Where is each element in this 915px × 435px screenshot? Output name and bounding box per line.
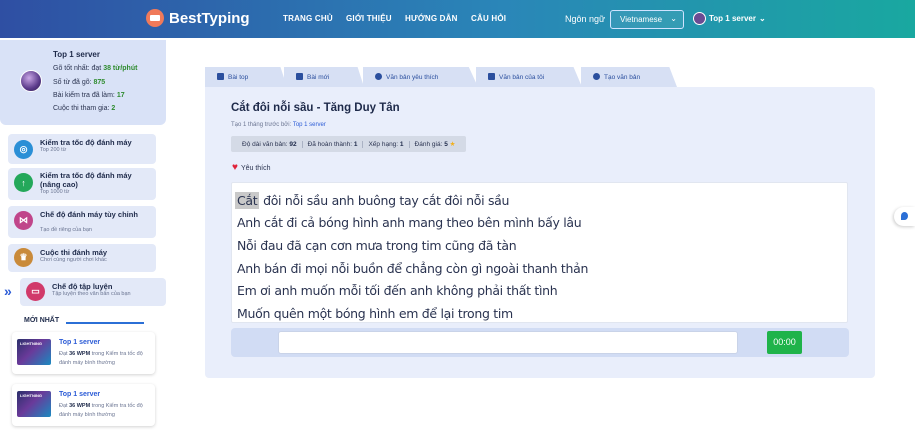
created-info: Tạo 1 tháng trước bởi: Top 1 server <box>231 122 326 128</box>
tab-create-text[interactable]: Tạo văn bản <box>581 67 677 87</box>
game-thumbnail: LIGHTNING <box>17 339 51 365</box>
menu-item-title: Chế độ đánh máy tùy chỉnh <box>40 210 138 219</box>
arrow-up-icon: ↑ <box>14 173 33 192</box>
brand-name: BestTyping <box>169 9 250 27</box>
stat-completed: Đã hoàn thành: 1 <box>303 140 364 148</box>
typing-input[interactable] <box>278 331 738 354</box>
profile-card: Top 1 server Gõ tốt nhất: đạt 38 từ/phút… <box>0 40 166 125</box>
book-icon <box>296 73 303 80</box>
typing-text: Cắt đôi nỗi sầu anh buông tay cắt đôi nỗ… <box>231 182 848 323</box>
menu-item-subtitle: Tập luyện theo văn bản của bạn <box>52 291 131 297</box>
text-line: Muốn quên một bóng hình em để lại trong … <box>237 306 513 321</box>
language-value: Vietnamese <box>620 15 663 24</box>
menu-item-subtitle: Top 200 từ <box>40 147 67 153</box>
menu-custom-mode[interactable]: ⋈ Chế độ đánh máy tùy chỉnh Tạo đề riêng… <box>8 206 156 238</box>
menu-contest[interactable]: ♛ Cuộc thi đánh máy Chơi cùng người chơi… <box>8 244 156 272</box>
list-icon <box>217 73 224 80</box>
text-line: Anh cắt đi cả bóng hình anh mang theo bê… <box>237 215 582 230</box>
profile-contests: Cuộc thi tham gia: 2 <box>53 105 116 112</box>
latest-underline <box>66 322 144 324</box>
latest-card[interactable]: LIGHTNING Top 1 server Đạt 36 WPM trong … <box>12 332 155 374</box>
typing-bar: 00:00 <box>231 328 849 357</box>
nav-guide[interactable]: HƯỚNG DẪN <box>405 14 458 23</box>
star-icon: ★ <box>449 141 456 148</box>
latest-description: Đạt 36 WPM trong Kiểm tra tốc độ đánh má… <box>59 403 143 418</box>
nav-about[interactable]: GIỚI THIỆU <box>346 14 392 23</box>
page-title: Cắt đôi nỗi sầu - Tăng Duy Tân <box>231 102 400 114</box>
heart-icon <box>375 73 382 80</box>
menu-advanced-test[interactable]: ↑ Kiểm tra tốc độ đánh máy (nâng cao) To… <box>8 168 156 200</box>
text-line: Anh bán đi mọi nỗi buồn để chẳng còn gì … <box>237 261 589 276</box>
trophy-icon: ♛ <box>14 248 33 267</box>
keyboard-logo-icon <box>146 9 164 27</box>
profile-best-speed: Gõ tốt nhất: đạt 38 từ/phút <box>53 65 138 72</box>
game-thumbnail: LIGHTNING <box>17 391 51 417</box>
edit-icon <box>488 73 495 80</box>
latest-card[interactable]: LIGHTNING Top 1 server Đạt 36 WPM trong … <box>12 384 155 426</box>
floating-helper-button[interactable] <box>894 207 915 226</box>
user-avatar <box>693 12 706 25</box>
share-icon: ⋈ <box>14 211 33 230</box>
text-line: Cắt đôi nỗi sầu anh buông tay cắt đôi nỗ… <box>235 192 510 209</box>
text-stats: Độ dài văn bản: 92 Đã hoàn thành: 1 Xếp … <box>231 136 467 152</box>
menu-item-subtitle: Tạo đề riêng của bạn <box>40 227 92 233</box>
menu-item-subtitle: Chơi cùng người chơi khác <box>40 257 107 263</box>
timer: 00:00 <box>767 331 802 354</box>
menu-item-title: Chế độ tập luyện <box>52 282 113 291</box>
tab-top[interactable]: Bài top <box>205 67 287 87</box>
menu-item-subtitle: Top 1000 từ <box>40 189 70 195</box>
nav-faq[interactable]: CÂU HỎI <box>471 14 506 23</box>
target-icon: ◎ <box>14 140 33 159</box>
chevron-down-icon: ⌄ <box>758 14 766 23</box>
chevron-down-icon: ⌄ <box>670 14 677 23</box>
user-menu[interactable]: Top 1 server ⌄ <box>693 12 766 25</box>
tab-my-texts[interactable]: Văn bản của tôi <box>476 67 582 87</box>
favorite-label: Yêu thích <box>240 164 271 172</box>
plus-circle-icon <box>593 73 600 80</box>
text-line: Em ơi anh muốn mỗi tối đến anh không phả… <box>237 283 558 298</box>
latest-heading: MỚI NHẤT <box>24 317 60 324</box>
menu-practice-mode[interactable]: ▭ Chế độ tập luyện Tập luyện theo văn bả… <box>20 278 166 306</box>
tab-new[interactable]: Bài mới <box>284 67 364 87</box>
profile-name: Top 1 server <box>53 50 100 59</box>
menu-speed-test[interactable]: ◎ Kiểm tra tốc độ đánh máy Top 200 từ <box>8 134 156 164</box>
brand-logo[interactable]: BestTyping <box>146 9 250 27</box>
stat-length: Độ dài văn bản: 92 <box>237 140 303 148</box>
menu-item-title: Cuộc thi đánh máy <box>40 248 108 257</box>
language-select[interactable]: Vietnamese ⌄ <box>610 10 684 29</box>
double-chevron-right-icon: » <box>4 283 12 299</box>
chat-icon <box>901 212 908 220</box>
avatar <box>20 70 42 92</box>
stat-rating: Đánh giá: 5 ★ <box>414 141 456 148</box>
current-word: Cắt <box>235 192 260 209</box>
heart-icon: ♥ <box>232 162 238 173</box>
tab-favorites[interactable]: Văn bản yêu thích <box>363 67 478 87</box>
latest-user[interactable]: Top 1 server <box>59 339 100 346</box>
author-link[interactable]: Top 1 server <box>293 122 326 128</box>
menu-item-title: Kiểm tra tốc độ đánh máy (nâng cao) <box>40 171 132 189</box>
latest-description: Đạt 36 WPM trong Kiểm tra tốc độ đánh má… <box>59 351 143 366</box>
nav-home[interactable]: TRANG CHỦ <box>283 14 333 23</box>
top-header: BestTyping TRANG CHỦ GIỚI THIỆU HƯỚNG DẪ… <box>0 0 915 38</box>
favorite-button[interactable]: ♥ Yêu thích <box>232 163 271 173</box>
keyboard-icon: ▭ <box>26 282 45 301</box>
latest-user[interactable]: Top 1 server <box>59 391 100 398</box>
profile-tests-done: Bài kiểm tra đã làm: 17 <box>53 92 125 99</box>
menu-item-title: Kiểm tra tốc độ đánh máy <box>40 138 132 147</box>
stat-rank: Xếp hạng: 1 <box>363 140 410 148</box>
user-menu-name: Top 1 server <box>709 14 756 23</box>
text-line: Nỗi đau đã cạn cơn mưa trong tim cũng đã… <box>237 238 517 253</box>
language-label: Ngôn ngữ <box>565 14 606 24</box>
profile-words-typed: Số từ đã gõ: 875 <box>53 79 106 86</box>
